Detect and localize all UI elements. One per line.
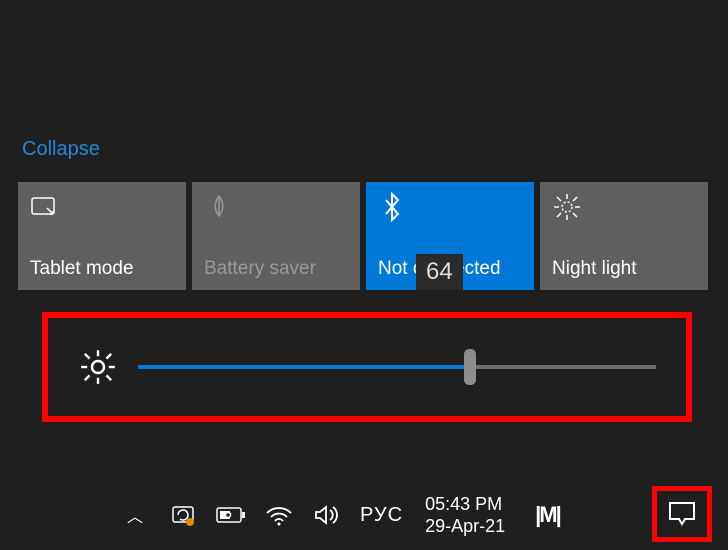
volume-icon[interactable] bbox=[312, 500, 342, 530]
ime-language[interactable]: РУС bbox=[360, 504, 403, 527]
clock-date: 29-Apr-21 bbox=[425, 515, 505, 537]
tray-overflow-chevron-icon[interactable]: ︿ bbox=[120, 500, 150, 530]
slider-fill bbox=[138, 365, 470, 369]
tile-label: Battery saver bbox=[204, 258, 316, 280]
taskbar-clock[interactable]: 05:43 PM 29-Apr-21 bbox=[425, 493, 505, 537]
tile-label: Night light bbox=[552, 258, 637, 280]
brightness-icon bbox=[68, 337, 128, 397]
action-center-button[interactable] bbox=[652, 486, 712, 542]
brightness-slider[interactable] bbox=[138, 347, 656, 387]
tile-label: Tablet mode bbox=[30, 258, 134, 280]
tile-tablet-mode[interactable]: Tablet mode bbox=[18, 182, 186, 290]
tile-night-light[interactable]: Night light bbox=[540, 182, 708, 290]
brightness-slider-highlight bbox=[42, 312, 692, 422]
night-light-icon bbox=[552, 192, 582, 222]
leaf-icon bbox=[204, 192, 234, 222]
tile-battery-saver[interactable]: Battery saver bbox=[192, 182, 360, 290]
windows-update-icon[interactable] bbox=[168, 500, 198, 530]
clock-time: 05:43 PM bbox=[425, 493, 505, 515]
brand-logo: |M| bbox=[535, 502, 560, 528]
collapse-link[interactable]: Collapse bbox=[22, 138, 100, 161]
taskbar: ︿ bbox=[0, 480, 728, 550]
bluetooth-icon bbox=[378, 192, 408, 222]
slider-thumb[interactable] bbox=[464, 349, 476, 385]
battery-icon[interactable] bbox=[216, 500, 246, 530]
wifi-icon[interactable] bbox=[264, 500, 294, 530]
tablet-mode-icon bbox=[30, 192, 60, 222]
brightness-tooltip: 64 bbox=[416, 254, 463, 290]
action-center-icon bbox=[667, 500, 697, 528]
quick-action-tiles: Tablet mode Battery saver Not connected bbox=[18, 182, 708, 290]
